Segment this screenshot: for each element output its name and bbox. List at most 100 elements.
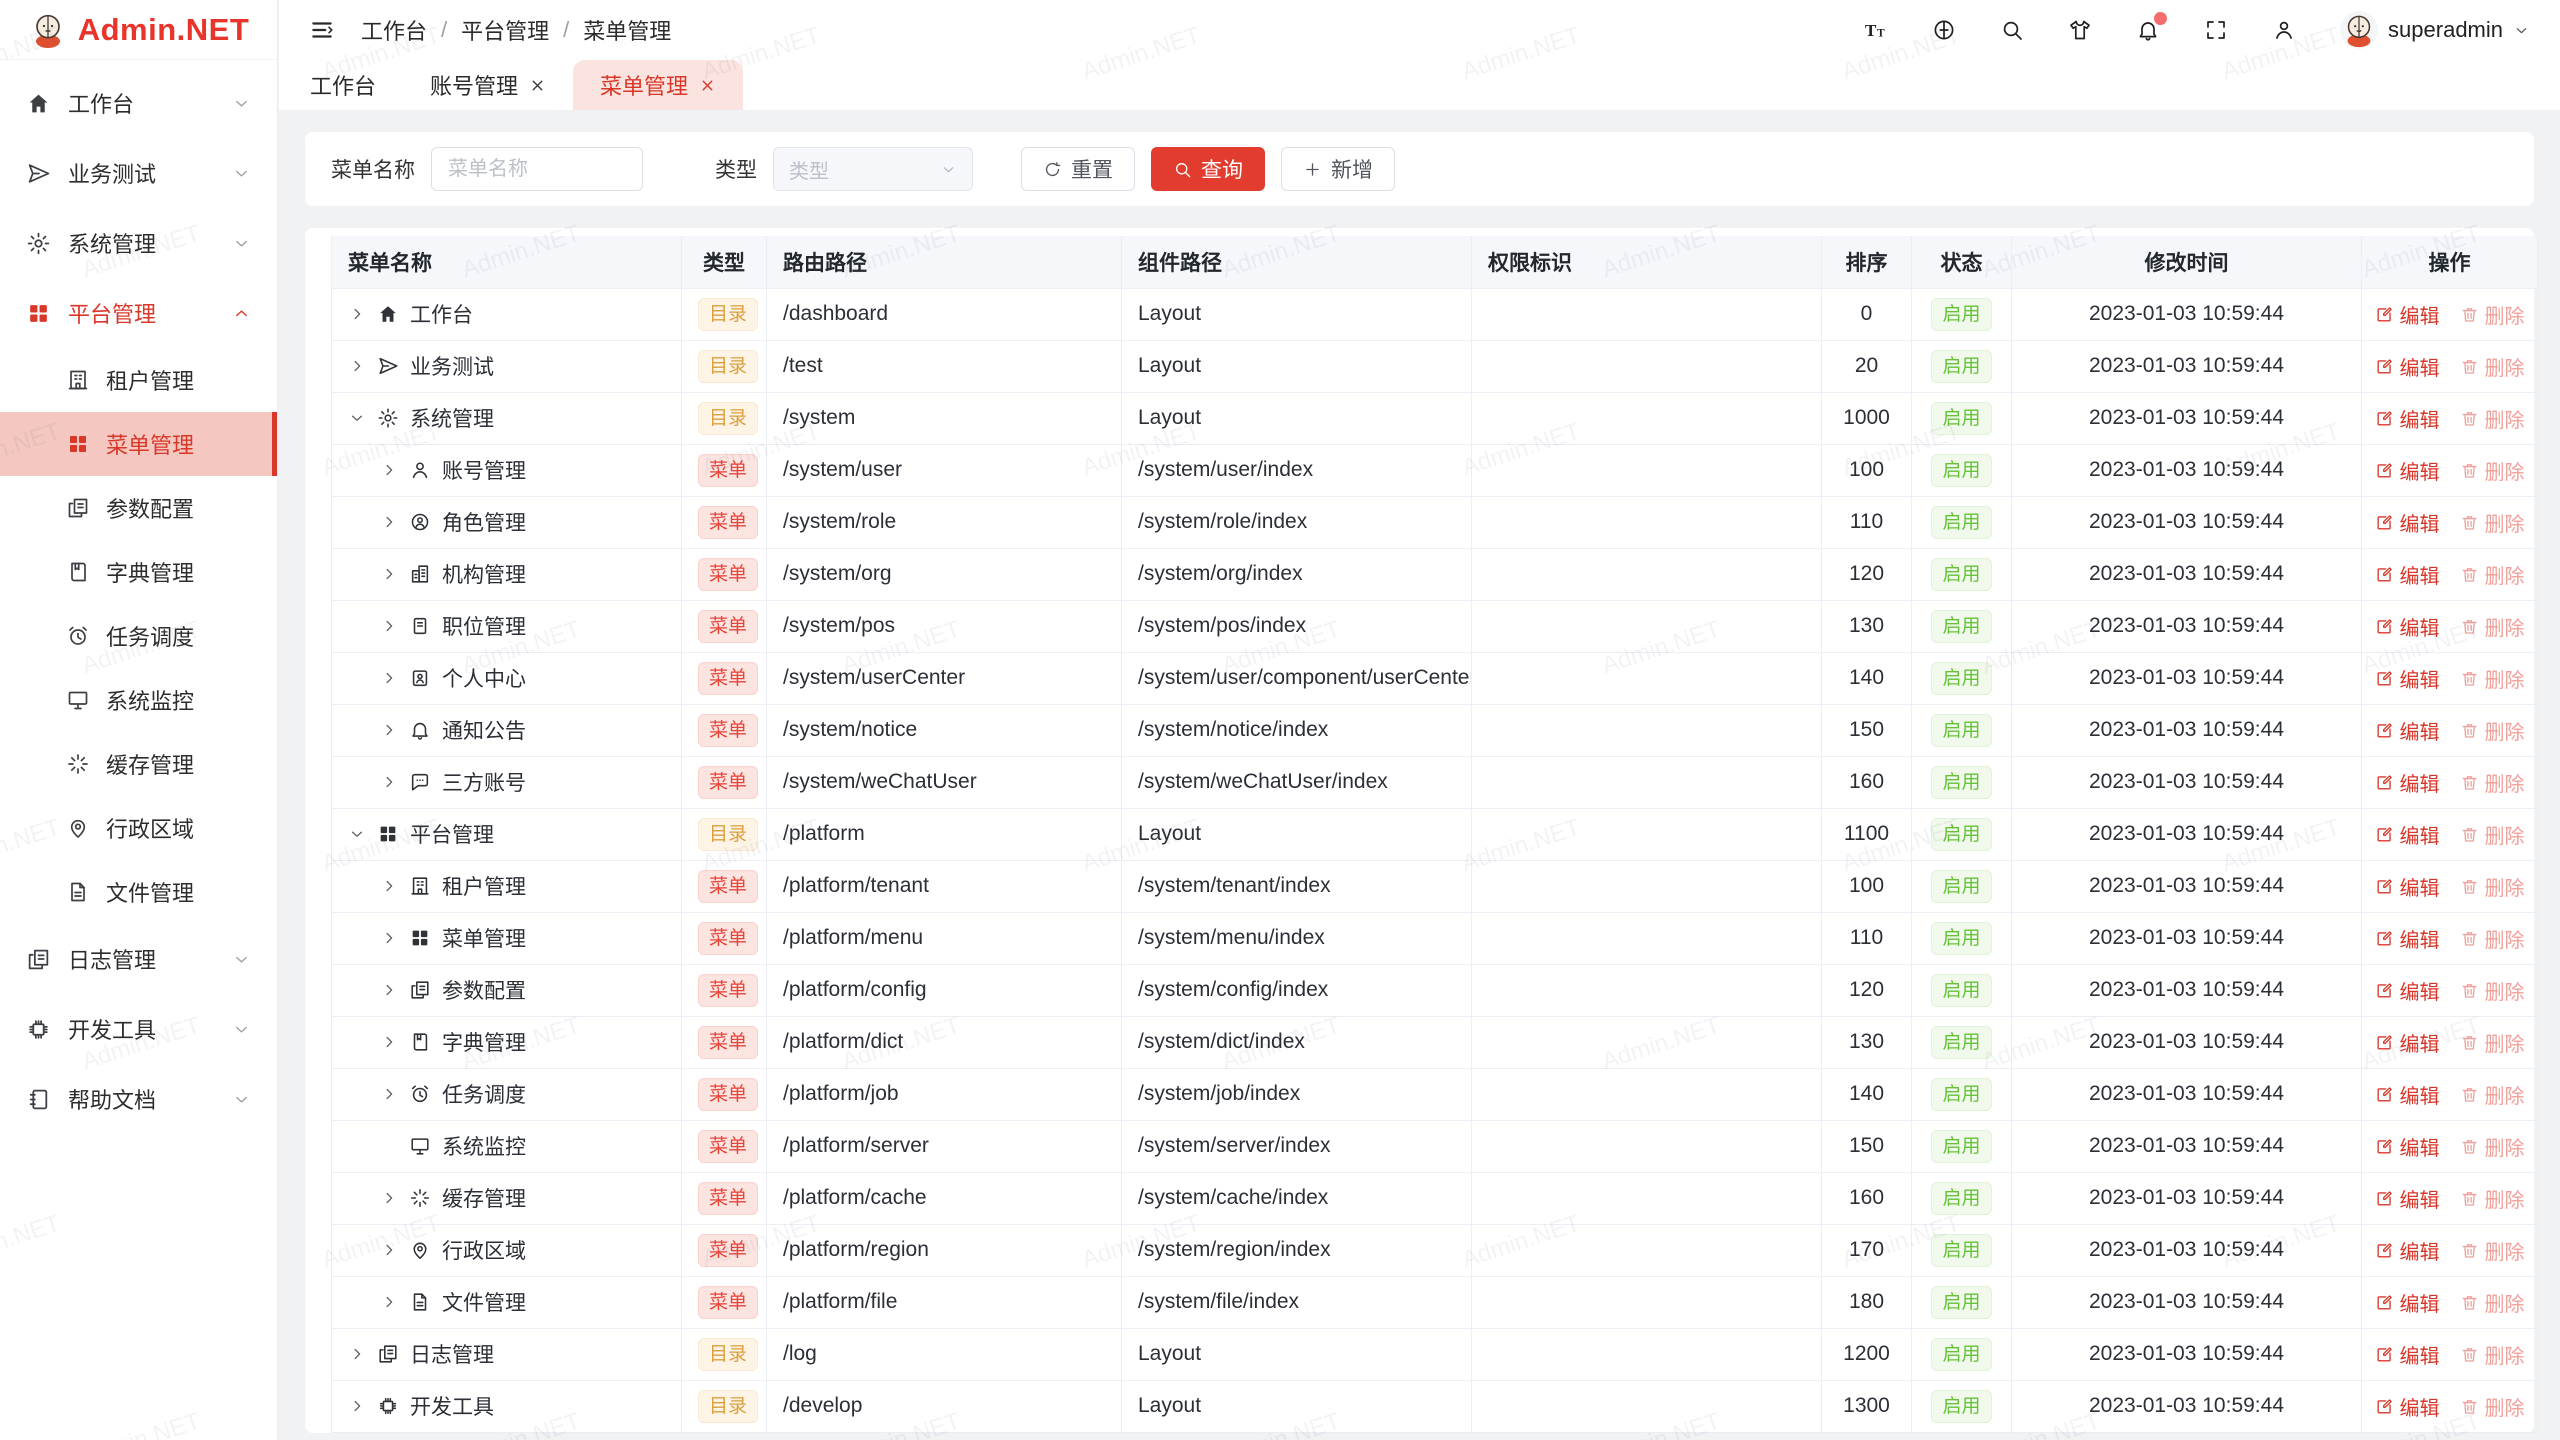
edit-button[interactable]: 编辑 (2375, 768, 2440, 797)
expand-icon[interactable] (380, 877, 398, 895)
edit-button[interactable]: 编辑 (2375, 976, 2440, 1005)
sidebar-item-dev-tools[interactable]: 开发工具 (0, 994, 277, 1064)
delete-button[interactable]: 删除 (2460, 1184, 2525, 1213)
delete-button[interactable]: 删除 (2460, 404, 2525, 433)
tab-workbench[interactable]: 工作台 (283, 60, 403, 110)
collapse-icon[interactable] (348, 825, 366, 843)
sidebar-item-file-mgmt[interactable]: 文件管理 (0, 860, 277, 924)
delete-button[interactable]: 删除 (2460, 1028, 2525, 1057)
edit-button[interactable]: 编辑 (2375, 1028, 2440, 1057)
edit-button[interactable]: 编辑 (2375, 612, 2440, 641)
expand-icon[interactable] (380, 929, 398, 947)
edit-button[interactable]: 编辑 (2375, 924, 2440, 953)
expand-icon[interactable] (348, 1345, 366, 1363)
close-icon[interactable] (699, 77, 716, 94)
font-size-button[interactable]: TT (1864, 18, 1888, 42)
sidebar-item-tenant-mgmt[interactable]: 租户管理 (0, 348, 277, 412)
delete-button[interactable]: 删除 (2460, 716, 2525, 745)
expand-icon[interactable] (380, 773, 398, 791)
collapse-icon[interactable] (348, 409, 366, 427)
delete-button[interactable]: 删除 (2460, 456, 2525, 485)
expand-icon[interactable] (348, 305, 366, 323)
breadcrumb-item[interactable]: 菜单管理 (583, 14, 671, 46)
menu-name-input[interactable] (431, 147, 643, 191)
edit-button[interactable]: 编辑 (2375, 300, 2440, 329)
sidebar-item-admin-region[interactable]: 行政区域 (0, 796, 277, 860)
expand-icon[interactable] (348, 357, 366, 375)
sidebar-item-job-schedule[interactable]: 任务调度 (0, 604, 277, 668)
edit-button[interactable]: 编辑 (2375, 1392, 2440, 1421)
sidebar-item-business-test[interactable]: 业务测试 (0, 138, 277, 208)
edit-button[interactable]: 编辑 (2375, 1288, 2440, 1317)
sidebar-item-dict-mgmt[interactable]: 字典管理 (0, 540, 277, 604)
sidebar-item-platform-mgmt[interactable]: 平台管理 (0, 278, 277, 348)
delete-button[interactable]: 删除 (2460, 1392, 2525, 1421)
delete-button[interactable]: 删除 (2460, 1236, 2525, 1265)
search-button[interactable]: 查询 (1151, 147, 1265, 191)
delete-button[interactable]: 删除 (2460, 1340, 2525, 1369)
edit-button[interactable]: 编辑 (2375, 664, 2440, 693)
expand-icon[interactable] (380, 461, 398, 479)
notification-button[interactable] (2136, 18, 2160, 42)
search-button[interactable] (2000, 18, 2024, 42)
expand-icon[interactable] (380, 669, 398, 687)
sidebar-collapse-button[interactable] (309, 17, 335, 43)
edit-button[interactable]: 编辑 (2375, 716, 2440, 745)
sidebar-item-system-mgmt[interactable]: 系统管理 (0, 208, 277, 278)
sidebar-item-param-config[interactable]: 参数配置 (0, 476, 277, 540)
expand-icon[interactable] (380, 565, 398, 583)
sidebar-item-system-monitor[interactable]: 系统监控 (0, 668, 277, 732)
type-select[interactable]: 类型 (773, 147, 973, 191)
edit-button[interactable]: 编辑 (2375, 1184, 2440, 1213)
sidebar-item-log-mgmt[interactable]: 日志管理 (0, 924, 277, 994)
delete-button[interactable]: 删除 (2460, 820, 2525, 849)
delete-button[interactable]: 删除 (2460, 300, 2525, 329)
add-button[interactable]: 新增 (1281, 147, 1395, 191)
tab-account-mgmt[interactable]: 账号管理 (403, 60, 573, 110)
delete-button[interactable]: 删除 (2460, 976, 2525, 1005)
edit-button[interactable]: 编辑 (2375, 560, 2440, 589)
delete-button[interactable]: 删除 (2460, 1080, 2525, 1109)
user-menu[interactable]: superadmin (2340, 11, 2530, 49)
expand-icon[interactable] (348, 1397, 366, 1415)
tab-menu-mgmt[interactable]: 菜单管理 (573, 60, 743, 110)
delete-button[interactable]: 删除 (2460, 612, 2525, 641)
expand-icon[interactable] (380, 981, 398, 999)
delete-button[interactable]: 删除 (2460, 1132, 2525, 1161)
edit-button[interactable]: 编辑 (2375, 1080, 2440, 1109)
edit-button[interactable]: 编辑 (2375, 352, 2440, 381)
language-button[interactable] (1932, 18, 1956, 42)
delete-button[interactable]: 删除 (2460, 352, 2525, 381)
expand-icon[interactable] (380, 721, 398, 739)
expand-icon[interactable] (380, 617, 398, 635)
fullscreen-button[interactable] (2204, 18, 2228, 42)
delete-button[interactable]: 删除 (2460, 508, 2525, 537)
edit-button[interactable]: 编辑 (2375, 404, 2440, 433)
delete-button[interactable]: 删除 (2460, 924, 2525, 953)
delete-button[interactable]: 删除 (2460, 768, 2525, 797)
profile-button[interactable] (2272, 18, 2296, 42)
close-icon[interactable] (529, 77, 546, 94)
delete-button[interactable]: 删除 (2460, 1288, 2525, 1317)
sidebar-item-cache-mgmt[interactable]: 缓存管理 (0, 732, 277, 796)
edit-button[interactable]: 编辑 (2375, 1236, 2440, 1265)
breadcrumb-item[interactable]: 平台管理 (461, 14, 549, 46)
expand-icon[interactable] (380, 1293, 398, 1311)
expand-icon[interactable] (380, 1241, 398, 1259)
expand-icon[interactable] (380, 1189, 398, 1207)
edit-button[interactable]: 编辑 (2375, 872, 2440, 901)
expand-icon[interactable] (380, 1085, 398, 1103)
delete-button[interactable]: 删除 (2460, 560, 2525, 589)
edit-button[interactable]: 编辑 (2375, 508, 2440, 537)
reset-button[interactable]: 重置 (1021, 147, 1135, 191)
sidebar-item-workbench[interactable]: 工作台 (0, 68, 277, 138)
sidebar-item-menu-mgmt[interactable]: 菜单管理 (0, 412, 277, 476)
edit-button[interactable]: 编辑 (2375, 1340, 2440, 1369)
edit-button[interactable]: 编辑 (2375, 1132, 2440, 1161)
delete-button[interactable]: 删除 (2460, 664, 2525, 693)
theme-button[interactable] (2068, 18, 2092, 42)
breadcrumb-item[interactable]: 工作台 (361, 14, 427, 46)
expand-icon[interactable] (380, 513, 398, 531)
delete-button[interactable]: 删除 (2460, 872, 2525, 901)
edit-button[interactable]: 编辑 (2375, 820, 2440, 849)
